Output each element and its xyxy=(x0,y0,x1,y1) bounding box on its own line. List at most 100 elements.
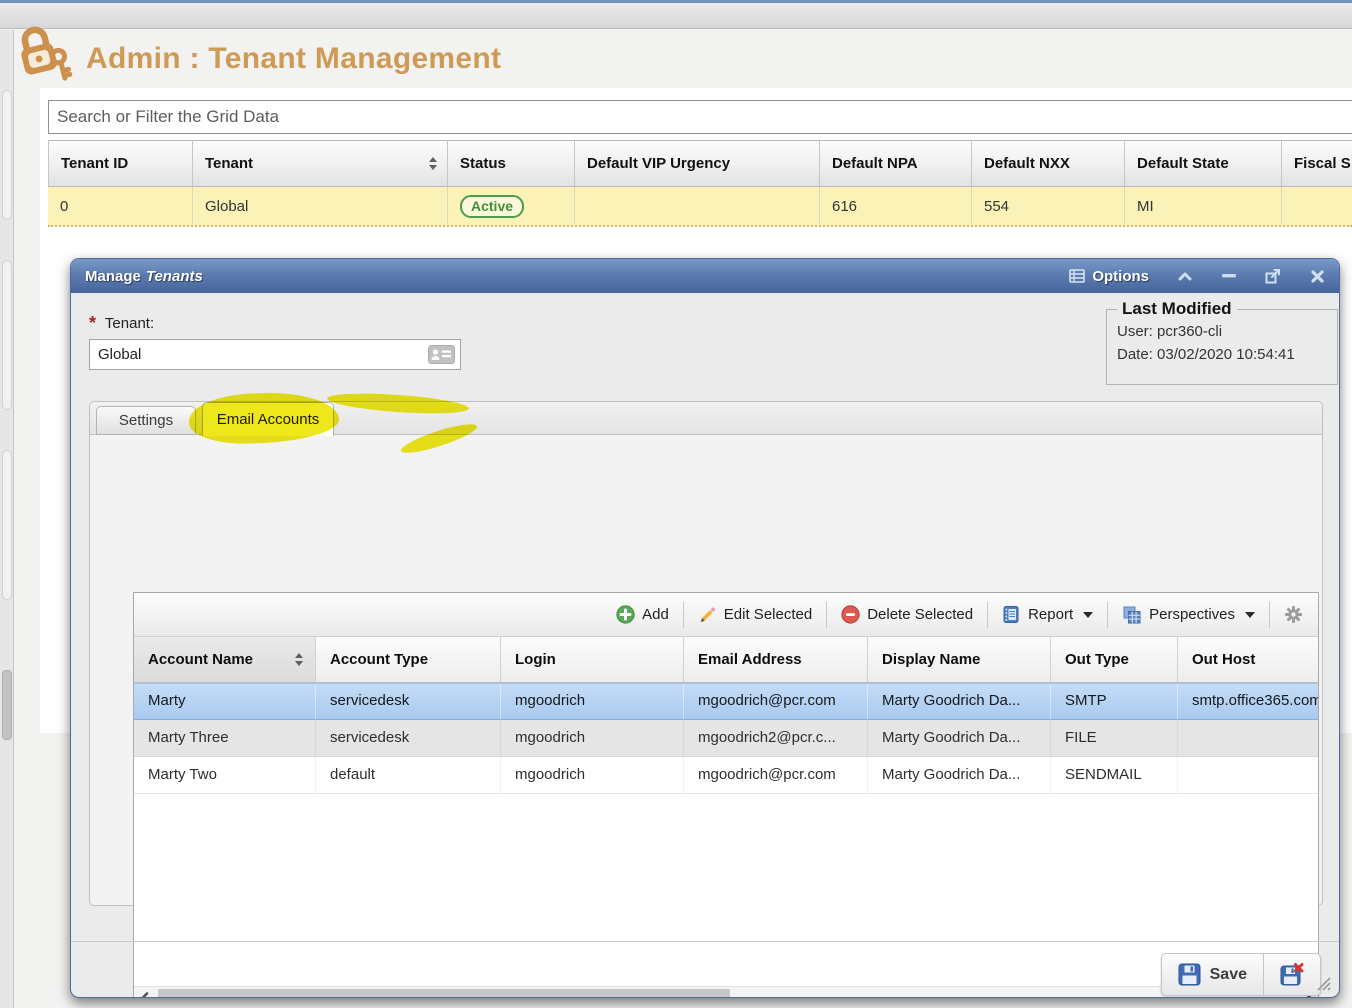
report-notebook-icon xyxy=(1002,605,1021,624)
popout-button[interactable] xyxy=(1265,268,1281,284)
tenant-field-label: * Tenant: xyxy=(89,313,154,334)
horizontal-scrollbar[interactable] xyxy=(134,986,1318,998)
column-header-default-npa[interactable]: Default NPA xyxy=(820,140,972,187)
tenant-grid-row[interactable]: 0 Global Active 616 554 MI xyxy=(48,187,1352,227)
pencil-icon xyxy=(698,605,717,624)
tenant-input[interactable] xyxy=(90,340,460,369)
cell-default-state: MI xyxy=(1125,187,1282,225)
last-modified-title: Last Modified xyxy=(1117,299,1237,319)
column-header-tenant[interactable]: Tenant xyxy=(193,140,448,187)
email-table-cell: mgoodrich2@pcr.c... xyxy=(684,720,868,756)
add-button[interactable]: Add xyxy=(611,605,674,624)
external-link-icon xyxy=(1265,268,1281,284)
tab-settings[interactable]: Settings xyxy=(96,406,196,435)
email-table-header: Account Name Account Type Login Email Ad… xyxy=(134,637,1318,683)
email-table-row[interactable]: Martyservicedeskmgoodrichmgoodrich@pcr.c… xyxy=(134,683,1318,720)
last-modified-date: Date: 03/02/2020 10:54:41 xyxy=(1117,343,1327,366)
delete-selected-button[interactable]: Delete Selected xyxy=(836,605,978,624)
close-icon xyxy=(1311,270,1324,283)
perspectives-button[interactable]: Perspectives xyxy=(1117,605,1260,625)
perspectives-layers-icon xyxy=(1122,605,1142,625)
column-header-out-type[interactable]: Out Type xyxy=(1051,637,1178,682)
cell-default-npa: 616 xyxy=(820,187,972,225)
column-header-email-address[interactable]: Email Address xyxy=(684,637,868,682)
column-header-login[interactable]: Login xyxy=(501,637,684,682)
email-table-cell: mgoodrich xyxy=(501,757,684,793)
email-table-cell: smtp.office365.com xyxy=(1178,684,1318,719)
scrollbar-thumb[interactable] xyxy=(158,989,730,998)
close-button[interactable] xyxy=(1309,268,1325,284)
column-header-fiscal[interactable]: Fiscal S xyxy=(1282,140,1352,187)
last-modified-box: Last Modified User: pcr360-cli Date: 03/… xyxy=(1106,299,1338,385)
screen: Admin : Tenant Management Tenant ID Tena… xyxy=(0,0,1352,1008)
cell-tenant: Global xyxy=(193,187,448,225)
left-collapsed-panel[interactable] xyxy=(0,30,14,1008)
email-table-cell: default xyxy=(316,757,501,793)
cell-fiscal xyxy=(1282,187,1352,225)
email-table-cell: mgoodrich@pcr.com xyxy=(684,684,868,719)
email-accounts-grid: Add Edit Selected xyxy=(133,592,1319,998)
email-table-cell: Marty xyxy=(134,684,316,719)
cell-tenant-id: 0 xyxy=(48,187,193,225)
column-header-account-type[interactable]: Account Type xyxy=(316,637,501,682)
email-table-cell: mgoodrich xyxy=(501,684,684,719)
column-header-tenant-id[interactable]: Tenant ID xyxy=(48,140,193,187)
perspectives-dropdown-caret xyxy=(1245,612,1255,618)
tab-email-accounts[interactable]: Email Accounts xyxy=(202,402,334,436)
minimize-button[interactable] xyxy=(1221,268,1237,284)
email-table-cell: mgoodrich@pcr.com xyxy=(684,757,868,793)
email-table-row[interactable]: Marty Threeservicedeskmgoodrichmgoodrich… xyxy=(134,720,1318,757)
column-header-default-vip-urgency[interactable]: Default VIP Urgency xyxy=(575,140,820,187)
tenant-input-wrap xyxy=(89,339,461,370)
toolbar-separator xyxy=(683,602,684,628)
grid-settings-button[interactable] xyxy=(1279,605,1308,624)
delete-minus-icon xyxy=(841,605,860,624)
save-button[interactable]: Save xyxy=(1162,954,1264,995)
toolbar-separator xyxy=(987,602,988,628)
status-badge: Active xyxy=(460,195,524,218)
sort-arrows-icon[interactable] xyxy=(295,653,303,666)
email-table-cell: Marty Three xyxy=(134,720,316,756)
contact-card-icon[interactable] xyxy=(428,345,455,364)
collapse-button[interactable] xyxy=(1177,268,1193,284)
toolbar-separator xyxy=(1269,602,1270,628)
lock-and-key-logo-icon xyxy=(8,18,80,86)
dialog-footer-buttons: Save xyxy=(1161,953,1321,996)
options-grid-icon xyxy=(1069,269,1085,283)
toolbar-separator xyxy=(826,602,827,628)
email-table-row[interactable]: Marty Twodefaultmgoodrichmgoodrich@pcr.c… xyxy=(134,757,1318,794)
email-table-cell: Marty Goodrich Da... xyxy=(868,720,1051,756)
column-header-out-host[interactable]: Out Host xyxy=(1178,637,1318,682)
resize-grip[interactable] xyxy=(1314,974,1332,992)
grid-toolbar: Add Edit Selected xyxy=(134,593,1318,637)
email-table-cell: SENDMAIL xyxy=(1051,757,1178,793)
email-table-cell: Marty Goodrich Da... xyxy=(868,684,1051,719)
tenant-grid-header: Tenant ID Tenant Status Default VIP Urge… xyxy=(48,140,1352,187)
left-panel-segment xyxy=(2,90,12,220)
search-input[interactable] xyxy=(48,100,1352,134)
edit-selected-button[interactable]: Edit Selected xyxy=(693,605,817,624)
last-modified-user: User: pcr360-cli xyxy=(1117,320,1327,343)
email-table-cell xyxy=(1178,720,1318,756)
chevron-left-icon xyxy=(140,992,149,999)
options-button[interactable]: Options xyxy=(1069,268,1149,285)
cell-default-vip-urgency xyxy=(575,187,820,225)
column-header-default-state[interactable]: Default State xyxy=(1125,140,1282,187)
required-marker: * xyxy=(89,313,96,333)
left-panel-segment xyxy=(2,450,12,600)
save-and-close-button[interactable] xyxy=(1264,954,1320,995)
column-header-account-name[interactable]: Account Name xyxy=(134,637,316,682)
column-header-status[interactable]: Status xyxy=(448,140,575,187)
scroll-left-button[interactable] xyxy=(134,987,154,998)
report-button[interactable]: Report xyxy=(997,605,1098,624)
dialog-titlebar[interactable]: ManageTenants Options xyxy=(71,259,1339,293)
column-header-display-name[interactable]: Display Name xyxy=(868,637,1051,682)
gear-icon xyxy=(1284,605,1303,624)
add-plus-icon xyxy=(616,605,635,624)
sort-arrows-icon[interactable] xyxy=(429,157,437,170)
column-header-default-nxx[interactable]: Default NXX xyxy=(972,140,1125,187)
cell-default-nxx: 554 xyxy=(972,187,1125,225)
email-table-body: Martyservicedeskmgoodrichmgoodrich@pcr.c… xyxy=(134,683,1318,794)
footer-divider xyxy=(71,941,1339,942)
cell-status: Active xyxy=(448,187,575,225)
